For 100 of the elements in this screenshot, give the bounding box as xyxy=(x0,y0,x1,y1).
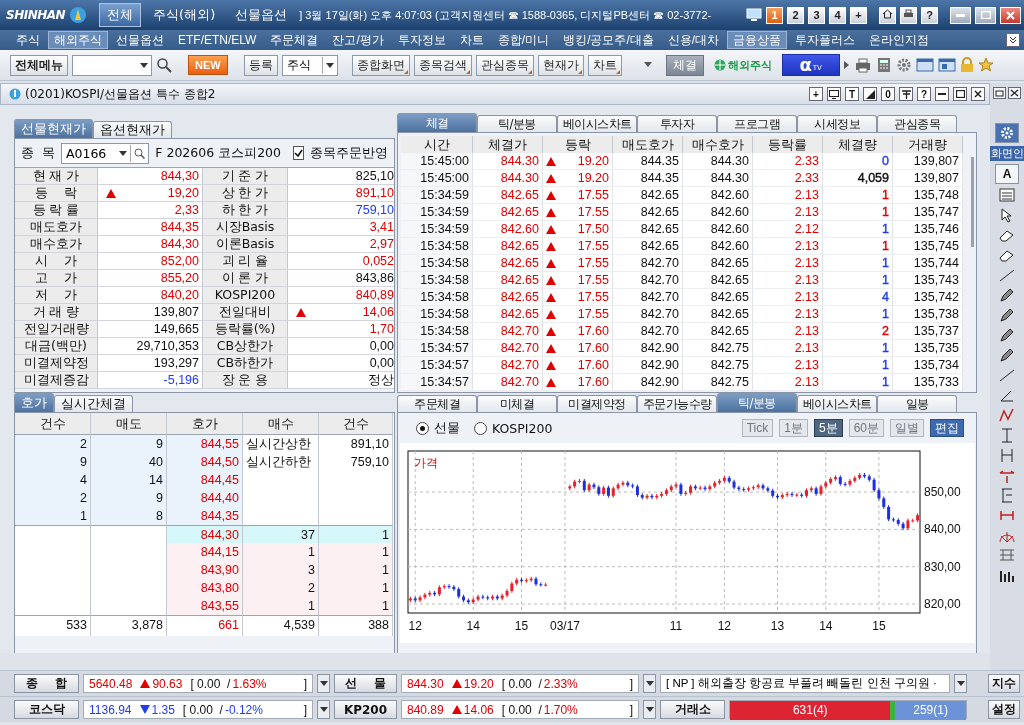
index-label-button[interactable]: KP200 xyxy=(334,700,397,719)
exchange-label-button[interactable]: 거래소 xyxy=(660,700,725,719)
register-button[interactable]: 등록 xyxy=(243,54,278,76)
tab[interactable]: 시세정보 xyxy=(797,115,877,132)
pencil-icon[interactable] xyxy=(998,327,1016,344)
menu-item[interactable]: 뱅킹/공모주/대출 xyxy=(557,31,660,49)
help-button[interactable]: ? xyxy=(917,87,931,101)
index-button[interactable]: 지수 xyxy=(988,674,1020,693)
print-button[interactable] xyxy=(900,6,917,24)
list-icon[interactable] xyxy=(998,187,1016,204)
tab[interactable]: 틱/분봉 xyxy=(477,115,557,132)
market-select[interactable]: 주식 xyxy=(281,54,338,76)
screen-button[interactable]: 3 xyxy=(808,6,825,24)
menu-item[interactable]: 투자정보 xyxy=(391,31,452,49)
tab[interactable]: 주문체결 xyxy=(397,395,477,412)
menu-item[interactable]: ETF/ETN/ELW xyxy=(172,31,263,49)
pencil-icon[interactable] xyxy=(998,307,1016,324)
zero-button[interactable]: 0 xyxy=(881,87,895,101)
shortcut-button[interactable]: 종합화면 xyxy=(351,54,410,76)
text-button[interactable]: T xyxy=(845,87,859,101)
zigzag-icon[interactable] xyxy=(998,407,1016,424)
index-label-button[interactable]: 선 물 xyxy=(334,674,397,693)
shortcut-button[interactable]: 관심종목 xyxy=(475,54,534,76)
menu-item[interactable]: 주문체결 xyxy=(264,31,325,49)
period-button[interactable]: 5분 xyxy=(813,419,843,437)
table-cell: 2.33 xyxy=(753,153,823,170)
all-menu-button[interactable]: 전체메뉴 xyxy=(10,54,68,76)
help-button[interactable]: ? xyxy=(921,6,938,24)
close-button[interactable] xyxy=(971,87,985,101)
maximize-button[interactable] xyxy=(953,87,967,101)
home-button[interactable] xyxy=(879,6,896,24)
table-cell: 135,745 xyxy=(893,238,963,255)
tab[interactable]: 호가 xyxy=(14,393,54,412)
menu-item[interactable]: 온라인지점 xyxy=(863,31,936,49)
top-tab[interactable]: 전체 xyxy=(99,3,142,27)
code-combo-field[interactable]: A0166 xyxy=(60,142,150,164)
pin-button[interactable] xyxy=(899,87,913,101)
tab[interactable]: 베이시스차트 xyxy=(557,115,637,132)
tab[interactable]: 실시간체결 xyxy=(54,395,133,412)
edit-button[interactable]: 편집 xyxy=(930,419,964,437)
settings-button[interactable]: 설정 xyxy=(988,700,1020,719)
pencil-icon[interactable] xyxy=(998,287,1016,304)
add-screen-button[interactable]: + xyxy=(850,6,867,24)
field-value: 840,20 xyxy=(98,287,203,304)
dropdown-caret-icon xyxy=(645,707,654,712)
tab[interactable]: 체결 xyxy=(397,113,477,132)
shortcut-button[interactable]: 차트 xyxy=(587,54,622,76)
h-bar-icon[interactable] xyxy=(998,447,1016,464)
shortcut-button[interactable]: 현재가 xyxy=(537,54,584,76)
tab[interactable]: 프로그램 xyxy=(717,115,797,132)
source-radio[interactable]: 선물 xyxy=(416,419,460,437)
menu-item[interactable]: 종합/미니 xyxy=(491,31,556,49)
settings-button[interactable] xyxy=(995,123,1019,143)
dropdown-button[interactable] xyxy=(954,674,967,693)
dropdown-button[interactable] xyxy=(317,700,330,719)
screen-button[interactable]: 4 xyxy=(829,6,846,24)
minimize-button[interactable] xyxy=(935,87,949,101)
menu-item[interactable]: 투자플러스 xyxy=(789,31,862,49)
tab[interactable]: 베이시스차트 xyxy=(797,395,877,412)
index-label-button[interactable]: 종 합 xyxy=(14,674,79,693)
tab[interactable]: 미체결 xyxy=(477,395,557,412)
screen-button[interactable]: 2 xyxy=(787,6,804,24)
menu-item[interactable]: 주식 xyxy=(10,31,46,49)
menu-item[interactable]: 신용/대차 xyxy=(661,31,726,49)
line-icon[interactable] xyxy=(998,267,1016,284)
tab[interactable]: 관심종목 xyxy=(877,115,957,132)
search-combo-field[interactable] xyxy=(72,54,152,76)
arrows-icon[interactable] xyxy=(998,467,1016,484)
index-base: [ 0.00 / xyxy=(182,702,223,717)
tab[interactable]: 틱/분봉 xyxy=(717,393,797,412)
menu-expand-button[interactable] xyxy=(1006,33,1020,47)
corner-button[interactable] xyxy=(863,87,877,101)
status-info-text: ] 3월 17일(화) 오후 4:07:03 (고객지원센터 ☎ 1588-0365, 디지털PB센터 ☎ 02-3772- xyxy=(299,7,713,23)
reflect-checkbox[interactable] xyxy=(293,146,304,160)
scrollbar-thumb[interactable] xyxy=(971,157,974,247)
tab[interactable]: 미결제약정 xyxy=(557,395,637,412)
tab[interactable]: 주문가능수량 xyxy=(637,395,717,412)
pencil-icon[interactable] xyxy=(998,347,1016,364)
gear-icon xyxy=(1000,126,1014,140)
dropdown-button[interactable] xyxy=(317,674,330,693)
screen-button[interactable] xyxy=(827,87,841,101)
text-tool-button[interactable]: A xyxy=(995,164,1019,184)
tab[interactable]: 선물현재가 xyxy=(14,119,93,138)
restore-icon[interactable] xyxy=(993,87,1006,99)
top-tab[interactable]: 선물옵션 xyxy=(227,3,296,27)
index-label-button[interactable]: 코스닥 xyxy=(14,700,79,719)
shortcut-button[interactable]: 종목검색 xyxy=(413,54,472,76)
menu-item[interactable]: 잔고/평가 xyxy=(326,31,390,49)
tab[interactable]: 투자자 xyxy=(637,115,717,132)
menu-item[interactable]: 차트 xyxy=(453,31,490,49)
source-radio[interactable]: KOSPI200 xyxy=(474,420,553,436)
add-button[interactable]: + xyxy=(809,87,823,101)
menu-item[interactable]: 선물옵션 xyxy=(110,31,170,49)
dropdown-button[interactable] xyxy=(643,700,656,719)
top-tab[interactable]: 주식(해외) xyxy=(145,3,224,27)
line-icon[interactable] xyxy=(998,367,1016,384)
dropdown-button[interactable] xyxy=(643,674,656,693)
close-icon[interactable] xyxy=(1008,87,1021,99)
tab[interactable]: 일봉 xyxy=(877,395,957,412)
tab[interactable]: 옵션현재가 xyxy=(93,121,172,138)
